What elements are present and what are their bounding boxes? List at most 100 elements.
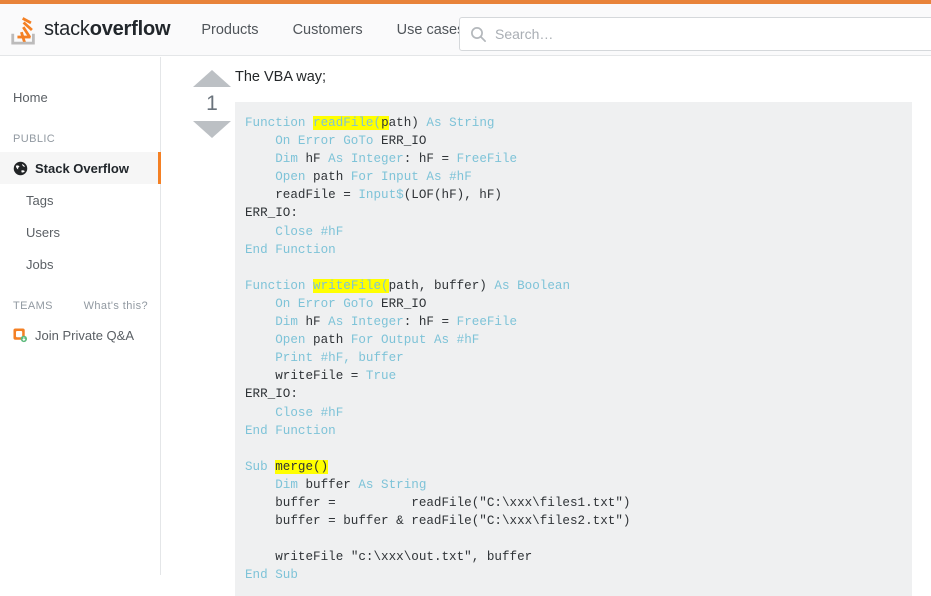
code-token: Function: [245, 116, 314, 130]
sidebar-item-join-private-qa[interactable]: Join Private Q&A: [0, 319, 160, 351]
code-token: : hF =: [403, 315, 457, 330]
code-token: As Boolean: [494, 278, 570, 293]
site-logo-text: stackoverflow: [44, 18, 171, 41]
sidebar-section-teams-label: TEAMS: [13, 300, 53, 312]
code-token: End Function: [245, 242, 336, 257]
search-icon: [470, 26, 487, 43]
code-token: Function: [245, 278, 314, 293]
code-line: Print #hF, buffer: [245, 349, 912, 367]
code-line: Function writeFile(path, buffer) As Bool…: [245, 277, 912, 295]
sidebar-item-label: Users: [26, 224, 60, 240]
sidebar-item-home[interactable]: Home: [0, 81, 160, 113]
code-token: : hF =: [403, 152, 457, 167]
code-line: writeFile = True: [245, 367, 912, 385]
code-token: "c:\xxx\out.txt", buffer: [350, 550, 533, 565]
code-token: readFile(: [313, 116, 382, 130]
sidebar-item-label: Home: [13, 89, 48, 105]
code-token: For Input As: [350, 170, 450, 185]
nav-customers[interactable]: Customers: [276, 4, 380, 56]
code-token: Close #hF: [275, 224, 344, 239]
code-token: End Function: [245, 423, 336, 438]
site-header: stackoverflow Products Customers Use cas…: [0, 4, 931, 56]
code-line: On Error GoTo ERR_IO: [245, 295, 912, 313]
code-line: Sub merge(): [245, 458, 912, 476]
code-line: Dim hF As Integer: hF = FreeFile: [245, 150, 912, 168]
code-token: writeFile(: [313, 278, 389, 293]
sidebar-item-users[interactable]: Users: [0, 216, 160, 248]
code-line: On Error GoTo ERR_IO: [245, 132, 912, 150]
code-token: Dim: [275, 152, 306, 167]
left-sidebar: Home PUBLIC Stack Overflow Tags Users Jo…: [0, 57, 161, 575]
code-token: As Integer: [328, 152, 404, 167]
code-line: End Function: [245, 241, 912, 259]
code-token: ERR_IO:: [245, 387, 298, 402]
code-token: As String: [358, 477, 427, 492]
code-line: End Function: [245, 422, 912, 440]
code-line: Open path For Input As #hF: [245, 168, 912, 186]
vote-up-arrow-icon[interactable]: [193, 70, 231, 87]
code-token: Open: [275, 170, 314, 185]
vote-score: 1: [206, 92, 218, 115]
code-token: FreeFile: [456, 315, 518, 330]
vote-down-arrow-icon[interactable]: [193, 121, 231, 138]
code-token: Dim: [275, 315, 306, 330]
code-token: Input$: [358, 188, 404, 203]
code-token: hF: [305, 152, 329, 167]
search-input[interactable]: [493, 19, 893, 49]
code-line: Close #hF: [245, 223, 912, 241]
search-bar[interactable]: [459, 17, 931, 51]
code-token: True: [365, 369, 397, 384]
code-line: Dim buffer As String: [245, 476, 912, 494]
code-token: For Output As: [350, 333, 457, 348]
code-token: End Sub: [245, 568, 298, 583]
code-token: buffer = readFile("C:\xxx\files1.txt"): [245, 495, 631, 510]
code-line: Close #hF: [245, 404, 912, 422]
code-token: FreeFile: [456, 152, 518, 167]
code-token: hF: [305, 315, 329, 330]
sidebar-item-tags[interactable]: Tags: [0, 184, 160, 216]
code-line: buffer = buffer & readFile("C:\xxx\files…: [245, 512, 912, 530]
code-token: Open: [275, 333, 314, 348]
code-token: #hF: [449, 170, 472, 185]
sidebar-item-jobs[interactable]: Jobs: [0, 248, 160, 280]
code-token: readFile =: [245, 188, 359, 203]
code-token: #hF: [456, 333, 480, 348]
code-line: ERR_IO:: [245, 204, 912, 222]
code-token: path: [313, 333, 351, 348]
code-token: As String: [426, 116, 495, 130]
sidebar-item-label: Tags: [26, 192, 54, 208]
answer-body: The VBA way; Function readFile(path) As …: [235, 68, 925, 596]
site-logo[interactable]: stackoverflow: [9, 14, 171, 46]
code-block[interactable]: Function readFile(path) As String On Err…: [235, 102, 912, 596]
code-token: ERR_IO: [381, 296, 427, 311]
logo-text-bold: overflow: [89, 18, 171, 40]
code-token: ath): [388, 116, 427, 130]
code-line: ERR_IO:: [245, 385, 912, 403]
whats-this-link[interactable]: What's this?: [84, 300, 148, 312]
nav-products[interactable]: Products: [184, 4, 275, 56]
sidebar-section-public: PUBLIC: [0, 129, 160, 149]
sidebar-item-stack-overflow[interactable]: Stack Overflow: [0, 152, 161, 184]
code-line: Open path For Output As #hF: [245, 331, 912, 349]
code-token: Print #hF, buffer: [275, 351, 404, 366]
sidebar-section-public-label: PUBLIC: [13, 133, 56, 145]
code-line: buffer = readFile("C:\xxx\files1.txt"): [245, 494, 912, 512]
code-token: On Error GoTo: [275, 134, 382, 149]
code-token: buffer: [305, 477, 359, 492]
code-token: p: [381, 116, 389, 130]
code-token: writeFile =: [245, 369, 366, 384]
code-token: (LOF(hF), hF): [403, 188, 502, 203]
code-token: buffer = buffer & readFile("C:\xxx\files…: [245, 514, 631, 529]
code-line: End Sub: [245, 566, 912, 584]
